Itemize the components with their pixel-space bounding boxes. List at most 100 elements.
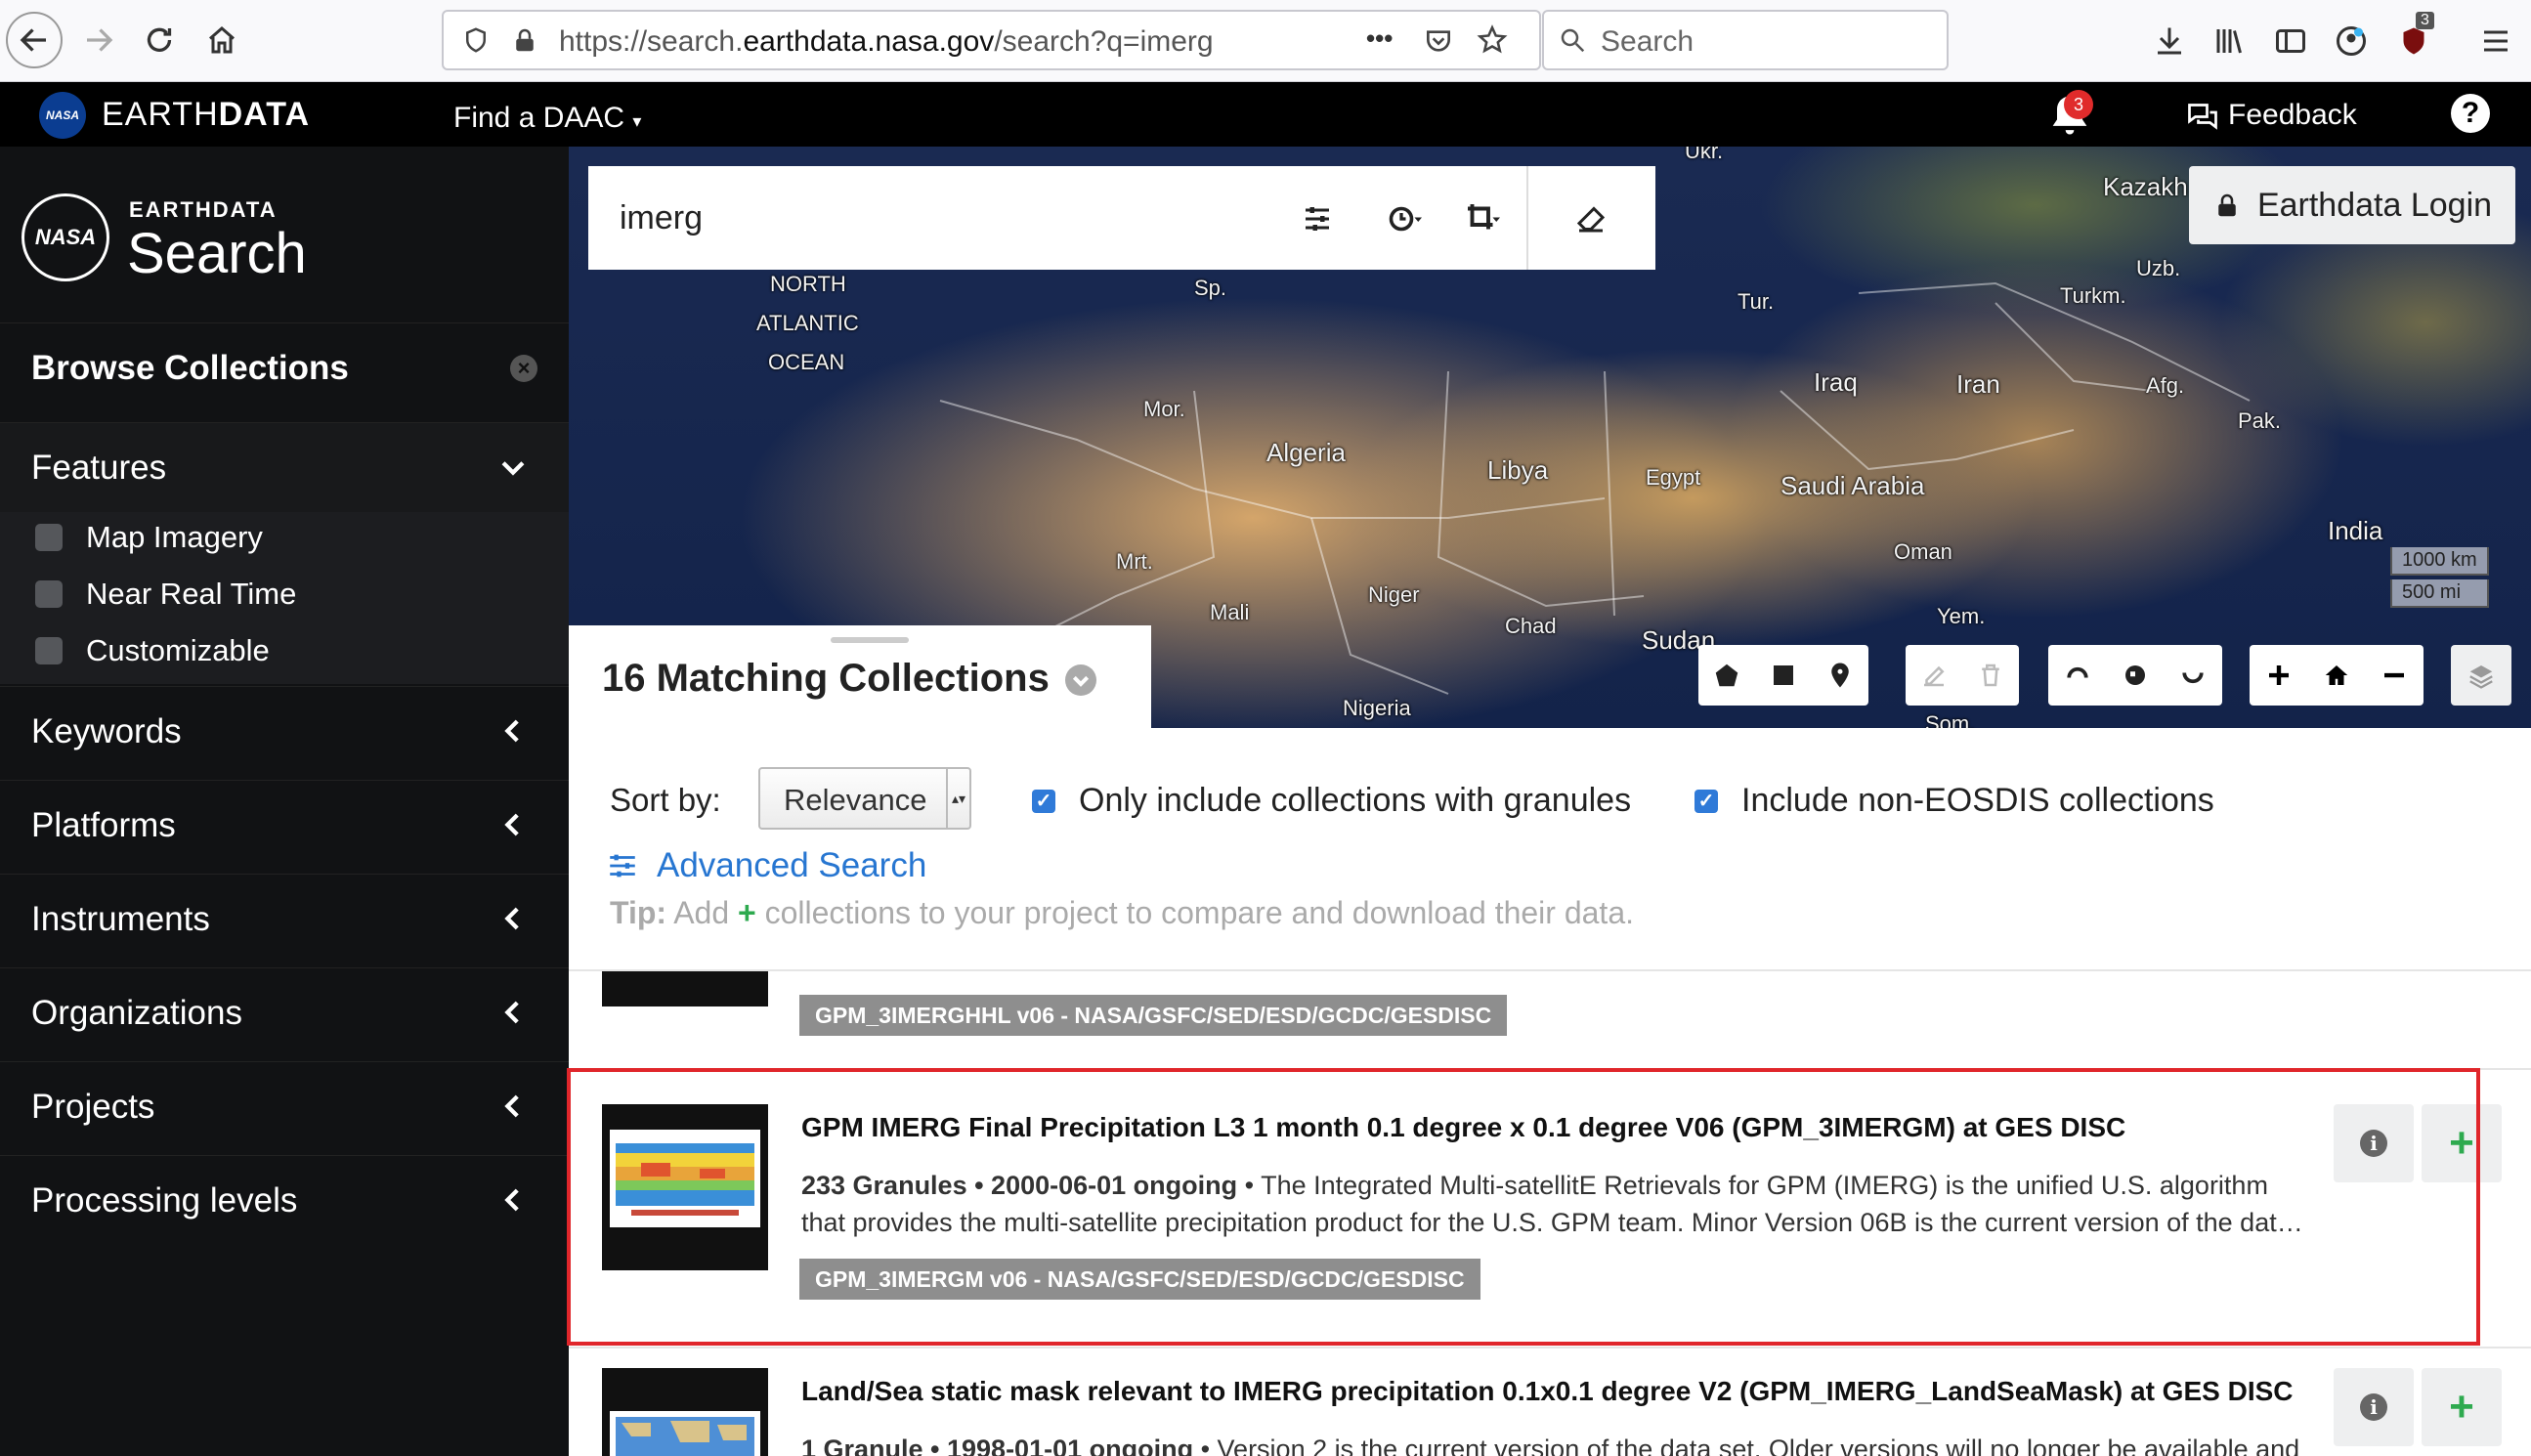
- facet-organizations[interactable]: Organizations: [0, 967, 569, 1057]
- zoom-out-button[interactable]: [2373, 654, 2416, 697]
- feature-near-real-time[interactable]: Near Real Time: [35, 577, 296, 612]
- map-label: Afg.: [2146, 373, 2185, 398]
- collection-thumbnail[interactable]: [602, 971, 768, 1006]
- library-icon: [2216, 29, 2242, 54]
- sidebar-toggle-button[interactable]: [2263, 14, 2318, 68]
- earthdata-login-button[interactable]: Earthdata Login: [2189, 166, 2515, 244]
- facet-projects[interactable]: Projects: [0, 1061, 569, 1151]
- forward-button[interactable]: [70, 12, 127, 68]
- facet-processing-levels[interactable]: Processing levels: [0, 1155, 569, 1245]
- info-icon: i: [2360, 1393, 2387, 1421]
- sort-select[interactable]: Relevance ▴▾: [758, 767, 971, 830]
- map-label: OCEAN: [768, 350, 845, 374]
- layers-tools: [2451, 645, 2511, 706]
- earthdata-header: NASA EARTHDATA Find a DAAC ▾ Feedback ?: [0, 82, 2531, 147]
- collection-info-button[interactable]: i: [2334, 1368, 2414, 1446]
- reload-button[interactable]: [131, 12, 188, 68]
- feature-map-imagery[interactable]: Map Imagery: [35, 520, 263, 555]
- checkbox[interactable]: [35, 580, 63, 608]
- edit-tools: [1906, 645, 2019, 706]
- feature-label: Near Real Time: [86, 577, 297, 611]
- clear-icon[interactable]: ×: [510, 355, 537, 382]
- zoom-in-button[interactable]: [2257, 654, 2300, 697]
- non-eosdis-checkbox[interactable]: ✓ Include non-EOSDIS collections: [1694, 782, 2214, 820]
- browse-collections-row[interactable]: Browse Collections ×: [0, 322, 569, 412]
- home-icon: [209, 26, 235, 54]
- library-button[interactable]: [2203, 14, 2257, 68]
- clear-filters-button[interactable]: [1567, 201, 1614, 236]
- home-button[interactable]: [193, 12, 250, 68]
- zoom-home-button[interactable]: [2315, 654, 2358, 697]
- bookmark-star-icon[interactable]: [1476, 23, 1509, 57]
- notification-badge: 3: [2064, 90, 2093, 119]
- description-line: • Version 2 is the current version of th…: [1193, 1435, 2300, 1456]
- advanced-search-link[interactable]: Advanced Search: [606, 846, 926, 885]
- antarctic-projection-button[interactable]: [2171, 654, 2214, 697]
- downloads-button[interactable]: [2142, 14, 2197, 68]
- ublock-button[interactable]: 3: [2386, 12, 2441, 68]
- row-divider: [569, 1347, 2531, 1349]
- facet-features-label: Features: [31, 448, 167, 487]
- earthdata-brand[interactable]: EARTHDATA: [102, 96, 310, 134]
- find-daac-dropdown[interactable]: Find a DAAC ▾: [453, 102, 641, 135]
- lock-icon[interactable]: [510, 25, 539, 55]
- checkbox-checked[interactable]: ✓: [1032, 789, 1055, 813]
- collection-title[interactable]: Land/Sea static mask relevant to IMERG p…: [801, 1376, 2294, 1407]
- nasa-meatball-icon[interactable]: NASA: [21, 193, 109, 281]
- search-input[interactable]: imerg: [620, 199, 703, 237]
- map-label: Algeria: [1266, 438, 1346, 467]
- map-label: Chad: [1505, 614, 1557, 638]
- shield-icon[interactable]: [461, 25, 491, 55]
- add-to-project-button[interactable]: +: [2422, 1368, 2502, 1446]
- page-actions-icon[interactable]: •••: [1366, 23, 1393, 54]
- scale-km: 1000 km: [2390, 547, 2489, 576]
- map-scale: 1000 km 500 mi: [2390, 547, 2489, 612]
- sort-value: Relevance: [784, 783, 927, 817]
- nasa-logo-icon[interactable]: NASA: [39, 92, 86, 139]
- delete-shape-button[interactable]: [1969, 654, 2012, 697]
- feedback-button[interactable]: Feedback: [2185, 98, 2357, 133]
- collection-thumbnail[interactable]: [602, 1368, 768, 1456]
- map-label: Nigeria: [1343, 696, 1411, 720]
- search-options-button[interactable]: [1294, 201, 1341, 236]
- results-count-title[interactable]: 16 Matching Collections: [602, 657, 1050, 701]
- layers-button[interactable]: [2460, 654, 2503, 697]
- facet-label: Instruments: [31, 899, 210, 938]
- map-label: NORTH: [770, 272, 846, 296]
- sidebar-search-title[interactable]: Search: [127, 221, 307, 286]
- map-label: Iran: [1956, 369, 2000, 399]
- results-dropdown-icon[interactable]: [1065, 664, 1096, 696]
- pocket-icon[interactable]: [1423, 25, 1454, 57]
- geographic-projection-button[interactable]: [2114, 654, 2157, 697]
- checkbox[interactable]: [35, 524, 63, 551]
- temporal-filter-button[interactable]: [1370, 201, 1438, 236]
- help-icon[interactable]: ?: [2451, 94, 2490, 133]
- account-button[interactable]: [2324, 14, 2379, 68]
- map-label: Ukr.: [1685, 147, 1724, 163]
- draw-point-button[interactable]: [1819, 654, 1862, 697]
- address-bar[interactable]: https://search.earthdata.nasa.gov/search…: [442, 10, 1541, 70]
- browser-search-input[interactable]: Search: [1542, 10, 1949, 70]
- granules-filter-checkbox[interactable]: ✓ Only include collections with granules: [1032, 782, 1631, 820]
- edit-shape-button[interactable]: [1912, 654, 1955, 697]
- facet-keywords[interactable]: Keywords: [0, 686, 569, 776]
- resize-handle[interactable]: [831, 637, 909, 643]
- checkbox-checked[interactable]: ✓: [1694, 789, 1718, 813]
- draw-polygon-button[interactable]: [1705, 654, 1748, 697]
- back-button[interactable]: [6, 12, 63, 68]
- checkbox[interactable]: [35, 637, 63, 664]
- menu-button[interactable]: [2468, 14, 2523, 68]
- clock-icon: [1389, 206, 1422, 232]
- facet-features[interactable]: Features: [0, 422, 569, 512]
- draw-rectangle-button[interactable]: [1762, 654, 1805, 697]
- features-list: Map Imagery Near Real Time Customizable: [0, 512, 569, 684]
- facet-instruments[interactable]: Instruments: [0, 874, 569, 964]
- map-label: Libya: [1487, 455, 1549, 485]
- facet-platforms[interactable]: Platforms: [0, 780, 569, 870]
- arctic-projection-button[interactable]: [2056, 654, 2099, 697]
- feature-customizable[interactable]: Customizable: [35, 633, 270, 668]
- chevron-left-icon: [504, 1001, 519, 1024]
- caret-down-icon: ▾: [632, 111, 642, 131]
- spatial-filter-button[interactable]: [1448, 201, 1517, 236]
- browser-toolbar: https://search.earthdata.nasa.gov/search…: [0, 0, 2531, 82]
